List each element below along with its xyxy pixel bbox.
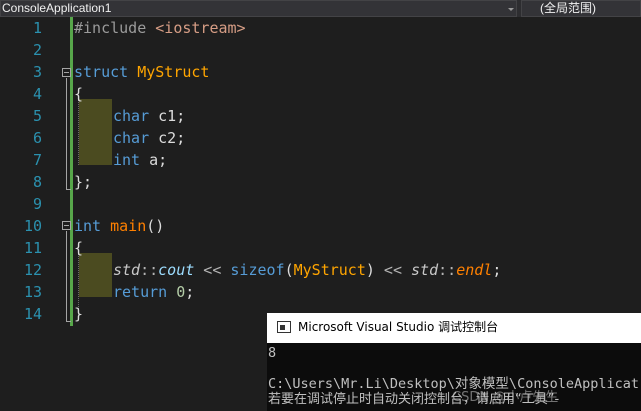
- console-title-bar[interactable]: Microsoft Visual Studio 调试控制台: [267, 313, 641, 343]
- struct-name: MyStruct: [137, 63, 210, 81]
- cout-identifier: cout: [158, 261, 195, 279]
- project-dropdown[interactable]: ConsoleApplication1: [0, 0, 517, 17]
- stream-op: <<: [374, 261, 412, 279]
- scope-op: ::: [140, 261, 159, 279]
- dropdown-arrow-icon: [508, 8, 514, 11]
- include-directive: #include: [74, 19, 147, 37]
- sizeof-keyword: sizeof: [230, 261, 285, 279]
- line-number: 13: [23, 283, 42, 301]
- code-line-3[interactable]: struct MyStruct: [74, 61, 209, 83]
- struct-keyword: struct: [74, 63, 129, 81]
- member-decl: a;: [140, 151, 168, 169]
- member-decl: c2;: [149, 129, 186, 147]
- code-line-8[interactable]: };: [74, 171, 92, 193]
- semicolon: ;: [185, 283, 195, 301]
- console-output-value: 8: [268, 345, 277, 361]
- close-brace: };: [74, 173, 93, 191]
- line-number: 3: [32, 63, 42, 81]
- open-brace: {: [74, 85, 84, 103]
- type-keyword: char: [113, 129, 150, 147]
- type-keyword: char: [113, 107, 150, 125]
- paren: ): [365, 261, 375, 279]
- scope-dropdown-label: (全局范围): [540, 1, 596, 15]
- paren: (): [146, 217, 165, 235]
- open-brace: {: [74, 239, 84, 257]
- code-line-12[interactable]: std::cout << sizeof(MyStruct) << std::en…: [113, 259, 501, 281]
- semicolon: ;: [492, 261, 502, 279]
- code-line-7[interactable]: int a;: [113, 149, 167, 171]
- scope-dropdown[interactable]: (全局范围): [521, 0, 641, 17]
- member-decl: c1;: [149, 107, 186, 125]
- navigation-bar: ConsoleApplication1 (全局范围): [0, 0, 641, 17]
- line-number: 8: [32, 173, 42, 191]
- code-line-10[interactable]: int main(): [74, 215, 164, 237]
- line-number: 11: [23, 239, 42, 257]
- stream-op: <<: [194, 261, 231, 279]
- struct-name-ref: MyStruct: [293, 261, 366, 279]
- code-line-1[interactable]: #include <iostream>: [74, 17, 246, 39]
- close-brace: }: [74, 305, 84, 323]
- return-value: 0: [176, 283, 186, 301]
- scope-op: ::: [438, 261, 457, 279]
- namespace: std: [113, 261, 141, 279]
- line-number: 4: [32, 85, 42, 103]
- code-line-4[interactable]: {: [74, 83, 83, 105]
- endl-identifier: endl: [456, 261, 493, 279]
- type-keyword: int: [113, 151, 141, 169]
- namespace: std: [411, 261, 439, 279]
- line-number: 1: [32, 19, 42, 37]
- line-number: 2: [32, 41, 42, 59]
- code-line-11[interactable]: {: [74, 237, 83, 259]
- line-number: 14: [23, 305, 42, 323]
- return-keyword: return: [113, 283, 168, 301]
- function-name: main: [110, 217, 147, 235]
- watermark: CSDN @小卢先生: [452, 390, 559, 405]
- code-line-13[interactable]: return 0;: [113, 281, 194, 303]
- return-type: int: [74, 217, 102, 235]
- console-app-icon: [277, 321, 291, 333]
- code-line-14[interactable]: }: [74, 303, 83, 325]
- include-header: <iostream>: [155, 19, 246, 37]
- code-line-5[interactable]: char c1;: [113, 105, 185, 127]
- line-number: 6: [32, 129, 42, 147]
- line-number: 5: [32, 107, 42, 125]
- project-dropdown-label: ConsoleApplication1: [2, 1, 112, 15]
- console-title: Microsoft Visual Studio 调试控制台: [298, 320, 499, 334]
- line-number: 9: [32, 195, 42, 213]
- paren: (: [284, 261, 294, 279]
- line-number: 10: [23, 217, 42, 235]
- line-number: 7: [32, 151, 42, 169]
- line-number: 12: [23, 261, 42, 279]
- code-line-6[interactable]: char c2;: [113, 127, 185, 149]
